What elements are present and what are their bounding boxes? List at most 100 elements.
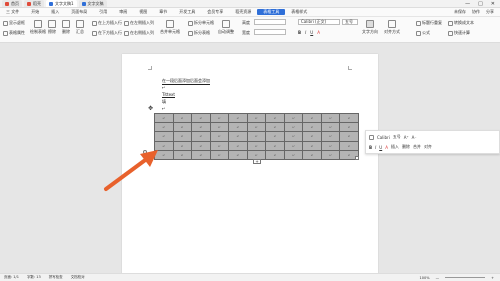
convert-to-text-button[interactable]: 转换成文本: [448, 20, 474, 26]
quick-calc-button[interactable]: 快速计算: [448, 30, 470, 36]
merge-cells-button[interactable]: 合并单元格: [160, 20, 180, 35]
formula-button[interactable]: 公式: [416, 30, 430, 36]
table-cell[interactable]: ↵: [172, 112, 193, 124]
table-cell[interactable]: ↵: [246, 122, 267, 133]
table-cell[interactable]: ↵: [302, 122, 322, 133]
table-cell[interactable]: ↵: [209, 140, 230, 151]
bold-button[interactable]: B: [369, 145, 372, 150]
text-direction-button[interactable]: 文字方向: [362, 20, 378, 35]
table-cell[interactable]: ↵: [265, 131, 285, 142]
autofit-button[interactable]: 自动调整: [218, 20, 234, 35]
show-gridlines-button[interactable]: 显示虚框: [3, 20, 25, 26]
menu-table-style[interactable]: 表格样式: [285, 9, 313, 15]
table-cell[interactable]: ↵: [265, 122, 285, 133]
table-cell[interactable]: ↵: [228, 122, 248, 133]
table-cell[interactable]: ↵: [209, 122, 230, 133]
italic-button[interactable]: I: [375, 145, 376, 150]
table-cell[interactable]: ↵: [228, 112, 248, 124]
table-cell[interactable]: ↵: [320, 131, 341, 142]
table-cell[interactable]: ↵: [302, 140, 322, 151]
minimize-button[interactable]: —: [465, 1, 470, 7]
shrink-font-button[interactable]: A⁻: [412, 135, 417, 140]
table-cell[interactable]: ↵: [302, 131, 322, 142]
document-table[interactable]: ↵ ↵ ↵ ↵ ↵ ↵ ↵ ↵ ↵ ↵ ↵ ↵ ↵ ↵ ↵ ↵ ↵ ↵ ↵ ↵ ↵ ↵ ↵ ↵ ↵ ↵ ↵ ↵ ↵ ↵ ↵ ↵ ↵ ↵ ↵ ↵ ↵ ↵ ↵ ↵…: [154, 112, 359, 161]
font-color-button[interactable]: A: [385, 145, 388, 150]
table-cell[interactable]: ↵: [339, 140, 359, 151]
table-cell[interactable]: ↵: [191, 149, 211, 161]
menu-view[interactable]: 视图: [133, 9, 153, 15]
height-input[interactable]: [254, 19, 286, 25]
tab-document-1[interactable]: 文字文稿1: [46, 0, 77, 7]
table-cell[interactable]: ↵: [191, 131, 211, 142]
table-cell[interactable]: ↵: [339, 122, 359, 133]
insert-col-left-button[interactable]: 在左侧插入列: [124, 20, 154, 26]
table-cell[interactable]: ↵: [320, 112, 341, 124]
table-properties-button[interactable]: 表格属性: [3, 30, 25, 36]
table-cell[interactable]: ↵: [283, 140, 304, 151]
table-cell[interactable]: ↵: [228, 149, 248, 161]
table-cell[interactable]: ↵: [265, 112, 285, 124]
proofread-button[interactable]: 文档校对: [71, 275, 85, 280]
table-cell[interactable]: ↵: [339, 112, 359, 124]
zoom-in-button[interactable]: +: [491, 276, 494, 280]
table-cell[interactable]: ↵: [154, 131, 174, 142]
split-cells-button[interactable]: 拆分单元格: [188, 20, 214, 26]
italic-button[interactable]: I: [305, 30, 306, 35]
table-cell[interactable]: ↵: [246, 140, 267, 151]
doc-text-line-1[interactable]: 在一段后面添加后面会添加: [162, 78, 210, 85]
menu-developer[interactable]: 开发工具: [173, 9, 201, 15]
table-cell[interactable]: ↵: [283, 149, 304, 161]
insert-button[interactable]: 插入: [391, 144, 399, 150]
table-cell[interactable]: ↵: [339, 131, 359, 142]
table-cell[interactable]: ↵: [265, 140, 285, 151]
zoom-out-button[interactable]: —: [436, 276, 440, 280]
menu-file[interactable]: 三 文件: [0, 9, 25, 15]
table-cell[interactable]: ↵: [320, 140, 341, 151]
table-move-handle[interactable]: ✥: [148, 106, 153, 112]
split-table-button[interactable]: 拆分表格: [188, 30, 210, 36]
underline-button[interactable]: U: [379, 145, 382, 150]
alignment-button[interactable]: 对齐方式: [384, 20, 400, 35]
delete-button[interactable]: 删除: [402, 144, 410, 150]
delete-button[interactable]: 删除: [62, 20, 70, 35]
menu-page-layout[interactable]: 页面布局: [65, 9, 93, 15]
table-cell[interactable]: ↵: [172, 122, 193, 133]
spell-check-button[interactable]: 拼写检查: [49, 275, 63, 280]
insert-row-below-button[interactable]: 在下方插入行: [92, 30, 122, 36]
font-select[interactable]: Calibri: [377, 135, 390, 140]
grow-font-button[interactable]: A⁺: [404, 135, 409, 140]
tab-document-2[interactable]: 文字文稿: [78, 0, 107, 7]
table-cell[interactable]: ↵: [228, 140, 248, 151]
table-resize-handle[interactable]: [355, 156, 359, 160]
table-cell[interactable]: ↵: [228, 131, 248, 142]
table-cell[interactable]: ↵: [209, 112, 230, 124]
table-cell[interactable]: ↵: [283, 112, 304, 124]
table-cell[interactable]: ↵: [154, 112, 174, 124]
font-size-select[interactable]: 五号: [342, 19, 358, 25]
insert-row-above-button[interactable]: 在上方插入行: [92, 20, 122, 26]
table-cell[interactable]: ↵: [191, 140, 211, 151]
collaborate-button[interactable]: 协作: [472, 9, 480, 15]
table-cell[interactable]: ↵: [265, 149, 285, 161]
table-cell[interactable]: ↵: [209, 131, 230, 142]
table-cell[interactable]: ↵: [320, 149, 341, 161]
menu-insert[interactable]: 插入: [45, 9, 65, 15]
zoom-slider[interactable]: [445, 277, 486, 278]
add-row-button[interactable]: +: [253, 159, 261, 164]
table-cell[interactable]: ↵: [246, 112, 267, 124]
table-cell[interactable]: ↵: [154, 122, 174, 133]
maximize-button[interactable]: □: [478, 1, 483, 7]
insert-col-right-button[interactable]: 在右侧插入列: [124, 30, 154, 36]
table-cell[interactable]: ↵: [246, 131, 267, 142]
underline-button[interactable]: U: [310, 30, 313, 35]
close-button[interactable]: ✕: [491, 1, 495, 7]
doc-text-line-3[interactable]: 填: [162, 99, 166, 105]
menu-member[interactable]: 会员专享: [201, 9, 229, 15]
table-cell[interactable]: ↵: [191, 112, 211, 124]
bold-button[interactable]: B: [298, 30, 301, 35]
merge-button[interactable]: 合并: [413, 144, 421, 150]
draw-table-button[interactable]: 绘制表格: [30, 20, 46, 35]
table-cell[interactable]: ↵: [191, 122, 211, 133]
menu-chapter[interactable]: 章节: [153, 9, 173, 15]
table-cell[interactable]: ↵: [283, 122, 304, 133]
